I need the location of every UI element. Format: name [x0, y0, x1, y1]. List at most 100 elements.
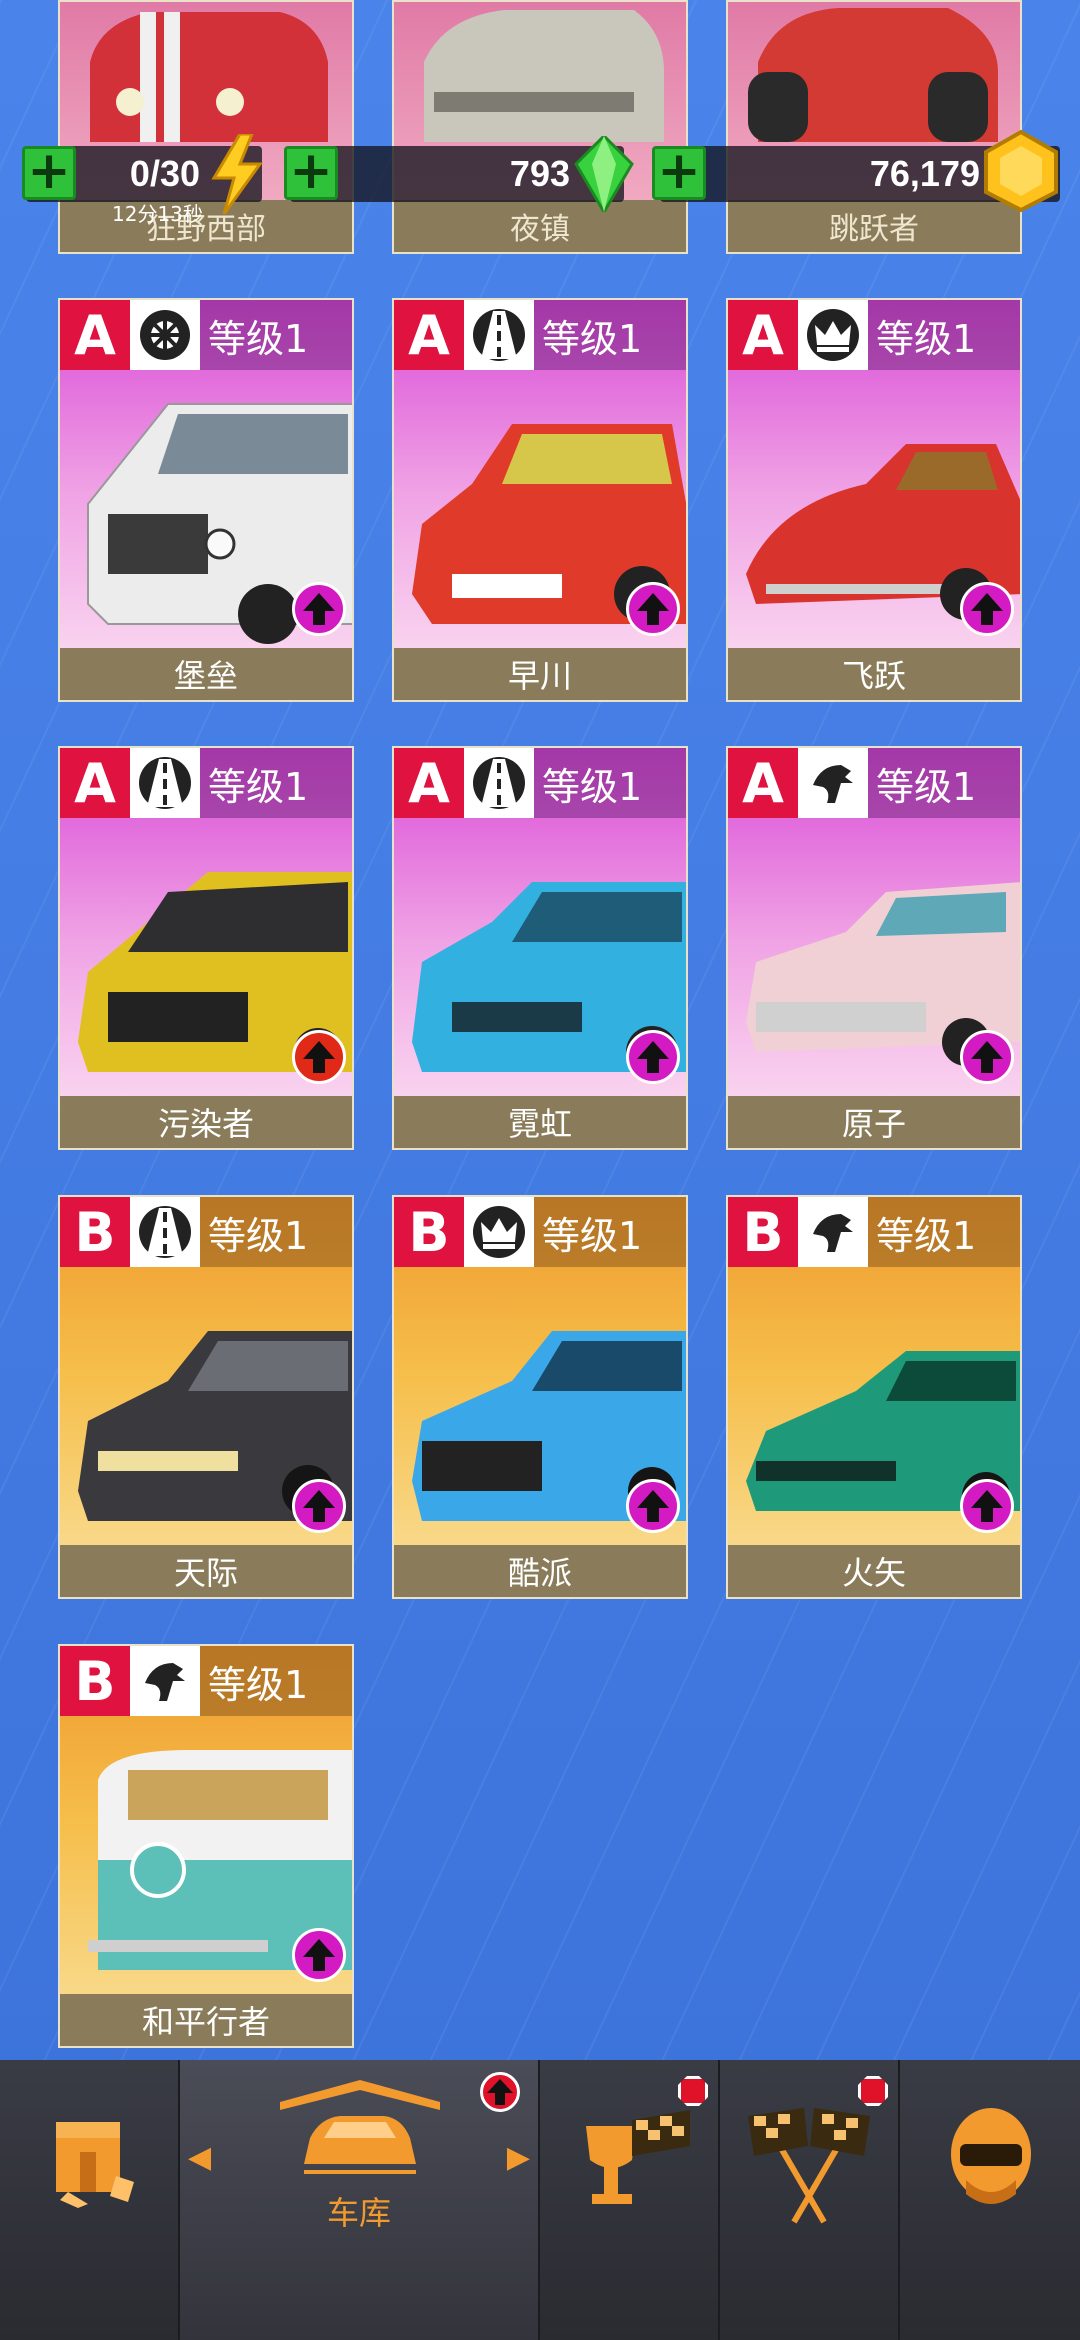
card-header: B 等级1: [60, 1646, 352, 1716]
level-label: 等级1: [868, 300, 1020, 370]
add-gems-button[interactable]: +: [284, 145, 338, 200]
level-label: 等级1: [534, 1197, 686, 1267]
add-coins-button[interactable]: +: [652, 145, 706, 200]
shop-crate-icon: [56, 2122, 134, 2208]
car-card[interactable]: A 等级1 污染者: [58, 746, 354, 1150]
car-card[interactable]: A 等级1 早川: [392, 298, 688, 702]
grade-badge: A: [60, 748, 130, 818]
level-label: 等级1: [200, 300, 352, 370]
upgrade-arrow-icon[interactable]: [292, 1479, 346, 1533]
grade-letter: B: [74, 1649, 116, 1713]
car-name: 原子: [728, 1096, 1020, 1148]
grade-badge: A: [728, 300, 798, 370]
coins-value: 76,179: [869, 153, 980, 194]
upgrade-arrow-icon[interactable]: [626, 1479, 680, 1533]
bottom-navigation: ◀ ▶ 车库: [0, 2060, 1080, 2340]
card-header: B 等级1: [60, 1197, 352, 1267]
horse-icon: [798, 1197, 868, 1267]
car-image: [424, 10, 664, 142]
car-card[interactable]: B 等级1 火矢: [726, 1195, 1022, 1599]
grade-letter: A: [408, 303, 450, 367]
upgrade-arrow-icon[interactable]: [292, 582, 346, 636]
nav-profile[interactable]: [900, 2060, 1080, 2340]
grade-letter: B: [408, 1200, 450, 1264]
car-name: 夜镇: [394, 200, 686, 252]
road-icon: [130, 748, 200, 818]
add-energy-button[interactable]: +: [22, 145, 76, 200]
car-card[interactable]: B 等级1 天际: [58, 1195, 354, 1599]
level-label: 等级1: [200, 1197, 352, 1267]
card-header: A 等级1: [728, 300, 1020, 370]
road-icon: [464, 300, 534, 370]
gems-value: 793: [509, 153, 570, 194]
chevron-right-icon[interactable]: ▶: [507, 2140, 530, 2175]
upgrade-arrow-icon[interactable]: [292, 1928, 346, 1982]
car-name: 酷派: [394, 1545, 686, 1597]
chevron-left-icon[interactable]: ◀: [188, 2140, 211, 2175]
grade-letter: A: [742, 751, 784, 815]
car-card[interactable]: B 等级1 和平行者: [58, 1644, 354, 2048]
level-label: 等级1: [534, 748, 686, 818]
grade-badge: A: [728, 748, 798, 818]
level-label: 等级1: [200, 1646, 352, 1716]
nav-race[interactable]: [720, 2060, 900, 2340]
car-name: 跳跃者: [728, 200, 1020, 252]
card-header: B 等级1: [728, 1197, 1020, 1267]
grade-letter: B: [742, 1200, 784, 1264]
upgrade-arrow-icon[interactable]: [960, 582, 1014, 636]
level-label: 等级1: [868, 1197, 1020, 1267]
upgrade-arrow-icon[interactable]: [960, 1030, 1014, 1084]
car-name: 污染者: [60, 1096, 352, 1148]
upgrade-arrow-icon[interactable]: [626, 582, 680, 636]
card-header: A 等级1: [60, 748, 352, 818]
horse-icon: [130, 1646, 200, 1716]
card-header: B 等级1: [394, 1197, 686, 1267]
energy-value: 0/30: [129, 153, 200, 194]
nav-garage-label: 车库: [326, 2194, 391, 2232]
notification-badge: [678, 2076, 708, 2106]
car-card[interactable]: A 等级1 霓虹: [392, 746, 688, 1150]
grade-letter: A: [408, 751, 450, 815]
car-card[interactable]: A 等级1 原子: [726, 746, 1022, 1150]
card-header: A 等级1: [394, 748, 686, 818]
horse-icon: [798, 748, 868, 818]
grade-badge: A: [394, 300, 464, 370]
helmet-icon: [951, 2108, 1031, 2204]
upgrade-arrow-icon[interactable]: [626, 1030, 680, 1084]
car-card[interactable]: A 等级1 堡垒: [58, 298, 354, 702]
energy-timer: 12分13秒: [112, 202, 203, 226]
level-label: 等级1: [534, 300, 686, 370]
nav-shop[interactable]: [0, 2060, 180, 2340]
car-name: 天际: [60, 1545, 352, 1597]
trophy-flag-icon: [586, 2110, 690, 2204]
upgrade-arrow-icon[interactable]: [960, 1479, 1014, 1533]
grade-badge: A: [60, 300, 130, 370]
grade-letter: A: [74, 751, 116, 815]
car-name: 飞跃: [728, 648, 1020, 700]
car-name: 霓虹: [394, 1096, 686, 1148]
card-header: A 等级1: [728, 748, 1020, 818]
card-header: A 等级1: [60, 300, 352, 370]
wheel-icon: [130, 300, 200, 370]
coin-icon: [984, 130, 1058, 212]
lightning-icon: [211, 134, 263, 214]
car-card-jumper[interactable]: 跳跃者: [726, 0, 1022, 254]
grade-badge: B: [60, 1646, 130, 1716]
road-icon: [130, 1197, 200, 1267]
car-card-wild-west[interactable]: 狂野西部: [58, 0, 354, 254]
car-name: 堡垒: [60, 648, 352, 700]
car-card[interactable]: A 等级1 飞跃: [726, 298, 1022, 702]
garage-car-icon: [280, 2080, 440, 2174]
level-label: 等级1: [868, 748, 1020, 818]
crown-icon: [464, 1197, 534, 1267]
upgrade-arrow-icon[interactable]: [292, 1030, 346, 1084]
grade-letter: A: [74, 303, 116, 367]
checkered-flags-icon: [748, 2108, 870, 2224]
car-card[interactable]: B 等级1 酷派: [392, 1195, 688, 1599]
nav-garage[interactable]: ◀ ▶ 车库: [180, 2060, 540, 2340]
card-header: A 等级1: [394, 300, 686, 370]
nav-events[interactable]: [540, 2060, 720, 2340]
car-card-night-town[interactable]: 夜镇: [392, 0, 688, 254]
grade-letter: A: [742, 303, 784, 367]
crown-icon: [798, 300, 868, 370]
